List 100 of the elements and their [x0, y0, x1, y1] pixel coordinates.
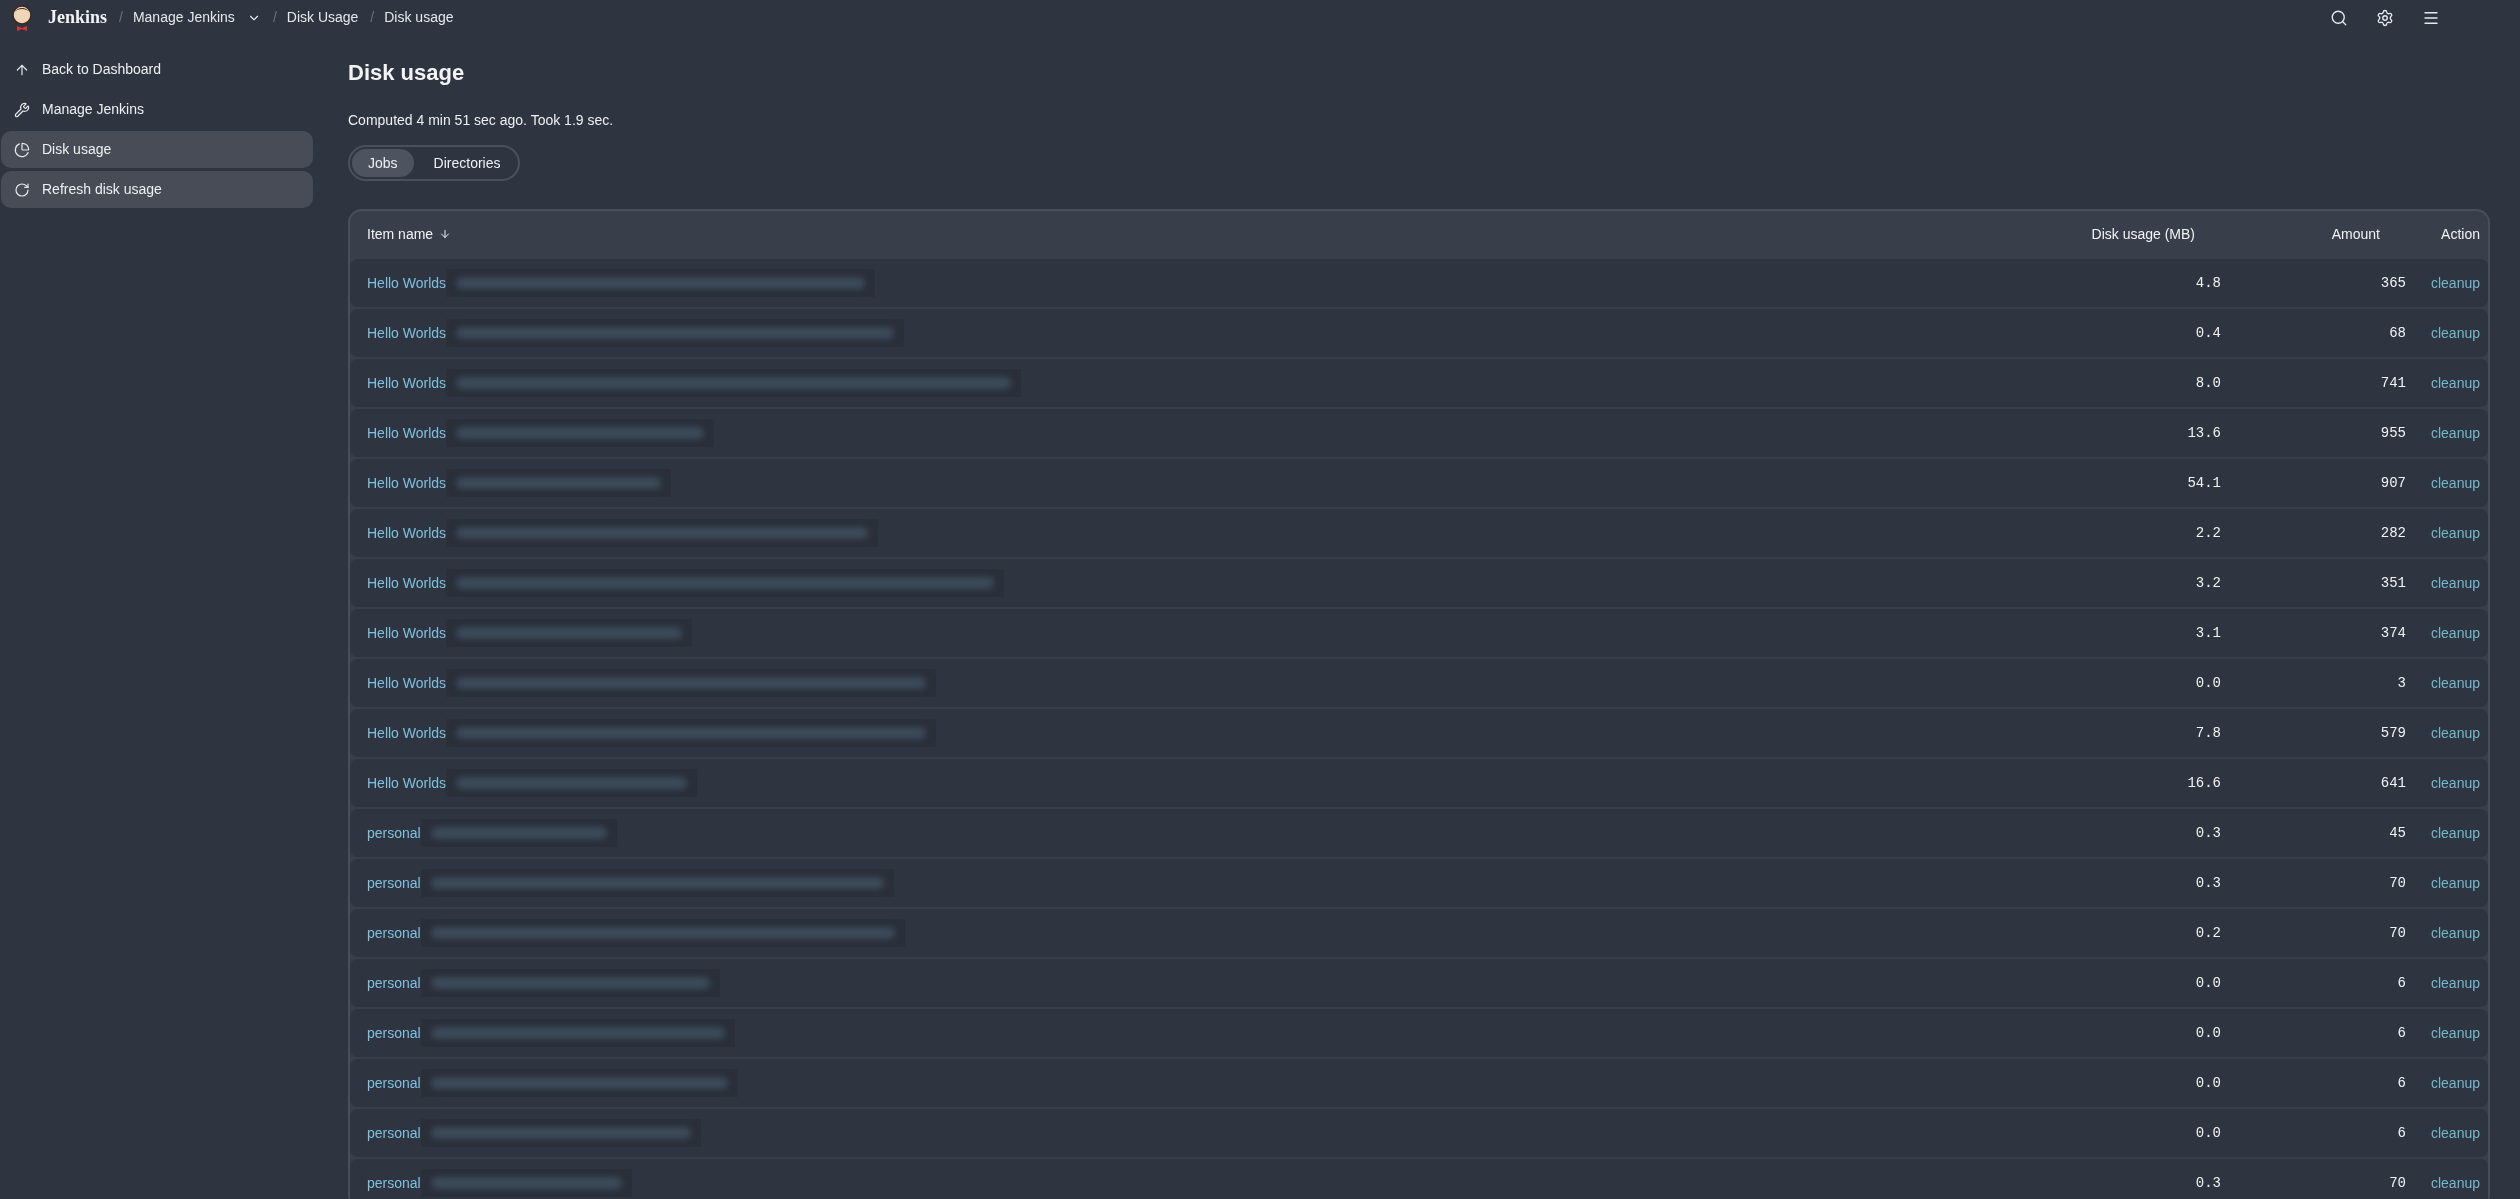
disk-usage-cell-text: 0.4	[2195, 323, 2221, 343]
job-name-link[interactable]: Hello Worlds	[367, 322, 447, 344]
breadcrumb-link[interactable]: Disk usage	[384, 7, 454, 28]
job-name-link[interactable]: Hello Worlds	[367, 522, 447, 544]
amount-cell-text: 68	[2389, 323, 2406, 343]
search-icon[interactable]	[2330, 8, 2348, 27]
disk-usage-cell-text: 0.0	[2195, 1073, 2221, 1093]
disk-usage-cell-text: 0.3	[2195, 873, 2221, 893]
disk-usage-cell-text: 3.1	[2195, 623, 2221, 643]
app-title[interactable]: Jenkins	[48, 4, 108, 31]
amount-cell-text: 6	[2397, 1023, 2406, 1043]
amount-cell-text: 6	[2397, 973, 2406, 993]
breadcrumb-link[interactable]: Disk Usage	[286, 7, 359, 28]
sidebar-item[interactable]: Disk usage	[1, 131, 313, 168]
disk-usage-cell-text: 0.2	[2195, 923, 2221, 943]
column-header[interactable]: Disk usage (MB)	[2091, 223, 2195, 245]
job-name-link[interactable]: personal	[367, 972, 421, 994]
amount-cell-text: 70	[2389, 873, 2406, 893]
settings-icon[interactable]	[2376, 8, 2394, 27]
job-name-link[interactable]: personal	[367, 922, 421, 944]
job-name-link[interactable]: personal	[367, 822, 421, 844]
job-name-link[interactable]: personal	[367, 872, 421, 894]
cleanup-link[interactable]: cleanup	[2430, 1022, 2480, 1044]
disk-usage-cell-text: 0.0	[2195, 1123, 2221, 1143]
amount-cell-text: 45	[2389, 823, 2406, 843]
amount-cell-text: 3	[2397, 673, 2406, 693]
page-title: Disk usage	[348, 59, 466, 87]
cleanup-link[interactable]: cleanup	[2430, 422, 2480, 444]
tab[interactable]: Directories	[417, 149, 517, 177]
sidebar-item[interactable]: Back to Dashboard	[1, 51, 313, 88]
cleanup-link[interactable]: cleanup	[2430, 872, 2480, 894]
breadcrumb-link[interactable]: Manage Jenkins	[132, 7, 235, 28]
job-name-link[interactable]: Hello Worlds	[367, 472, 447, 494]
disk-usage-cell-text: 4.8	[2195, 273, 2221, 293]
disk-usage-cell-text: 0.3	[2195, 1173, 2221, 1193]
disk-usage-cell-text: 13.6	[2187, 423, 2221, 443]
amount-cell-text: 70	[2389, 1173, 2406, 1193]
cleanup-link[interactable]: cleanup	[2430, 1172, 2480, 1194]
job-name-link[interactable]: Hello Worlds	[367, 772, 447, 794]
disk-usage-cell-text: 8.0	[2195, 373, 2221, 393]
amount-cell-text: 70	[2389, 923, 2406, 943]
disk-usage-cell-text: 54.1	[2187, 473, 2221, 493]
amount-cell-text: 907	[2380, 473, 2406, 493]
disk-usage-cell-text: 0.3	[2195, 823, 2221, 843]
cleanup-link[interactable]: cleanup	[2430, 622, 2480, 644]
job-name-link[interactable]: personal	[367, 1172, 421, 1194]
disk-usage-cell-text: 3.2	[2195, 573, 2221, 593]
wrench-icon	[14, 101, 30, 118]
cleanup-link[interactable]: cleanup	[2430, 822, 2480, 844]
cleanup-link[interactable]: cleanup	[2430, 522, 2480, 544]
disk-usage-cell-text: 0.0	[2195, 673, 2221, 693]
column-header: Action	[2441, 224, 2480, 244]
cleanup-link[interactable]: cleanup	[2430, 722, 2480, 744]
amount-cell-text: 741	[2380, 373, 2406, 393]
disk-usage-cell-text: 0.0	[2195, 1023, 2221, 1043]
breadcrumb-separator: /	[119, 8, 123, 27]
sort-arrow-icon[interactable]	[439, 228, 452, 240]
job-name-link[interactable]: Hello Worlds	[367, 372, 447, 394]
amount-cell-text: 641	[2380, 773, 2406, 793]
job-name-link[interactable]: Hello Worlds	[367, 272, 447, 294]
disk-usage-cell-text: 7.8	[2195, 723, 2221, 743]
job-name-link[interactable]: personal	[367, 1122, 421, 1144]
amount-cell-text: 6	[2397, 1073, 2406, 1093]
amount-cell-text: 365	[2380, 273, 2406, 293]
job-name-link[interactable]: Hello Worlds	[367, 572, 447, 594]
disk-usage-cell-text: 0.0	[2195, 973, 2221, 993]
pie-chart-icon	[14, 141, 30, 158]
cleanup-link[interactable]: cleanup	[2430, 922, 2480, 944]
sidebar-item[interactable]: Manage Jenkins	[1, 91, 313, 128]
job-name-link[interactable]: Hello Worlds	[367, 672, 447, 694]
refresh-icon	[14, 181, 30, 198]
amount-cell-text: 6	[2397, 1123, 2406, 1143]
tab[interactable]: Jobs	[352, 149, 414, 177]
breadcrumb-separator: /	[272, 8, 277, 27]
disk-usage-cell-text: 16.6	[2187, 773, 2221, 793]
cleanup-link[interactable]: cleanup	[2430, 672, 2480, 694]
sidebar-item[interactable]: Refresh disk usage	[1, 171, 313, 208]
amount-cell-text: 351	[2380, 573, 2406, 593]
cleanup-link[interactable]: cleanup	[2430, 272, 2480, 294]
job-name-link[interactable]: Hello Worlds	[367, 722, 447, 744]
column-header[interactable]: Item name	[367, 223, 434, 245]
cleanup-link[interactable]: cleanup	[2430, 1072, 2480, 1094]
breadcrumb-separator: /	[370, 8, 375, 27]
cleanup-link[interactable]: cleanup	[2430, 372, 2480, 394]
job-name-link[interactable]: personal	[367, 1072, 421, 1094]
amount-cell-text: 374	[2380, 623, 2406, 643]
summary-text: Computed 4 min 51 sec ago. Took 1.9 sec.	[348, 111, 615, 130]
amount-cell-text: 955	[2380, 423, 2406, 443]
cleanup-link[interactable]: cleanup	[2430, 472, 2480, 494]
cleanup-link[interactable]: cleanup	[2430, 572, 2480, 594]
cleanup-link[interactable]: cleanup	[2430, 772, 2480, 794]
cleanup-link[interactable]: cleanup	[2430, 972, 2480, 994]
job-name-link[interactable]: Hello Worlds	[367, 422, 447, 444]
job-name-link[interactable]: Hello Worlds	[367, 622, 447, 644]
cleanup-link[interactable]: cleanup	[2430, 1122, 2480, 1144]
column-header[interactable]: Amount	[2331, 223, 2380, 245]
mascot-logo-icon	[9, 3, 35, 32]
job-name-link[interactable]: personal	[367, 1022, 421, 1044]
cleanup-link[interactable]: cleanup	[2430, 322, 2480, 344]
amount-cell-text: 282	[2380, 523, 2406, 543]
